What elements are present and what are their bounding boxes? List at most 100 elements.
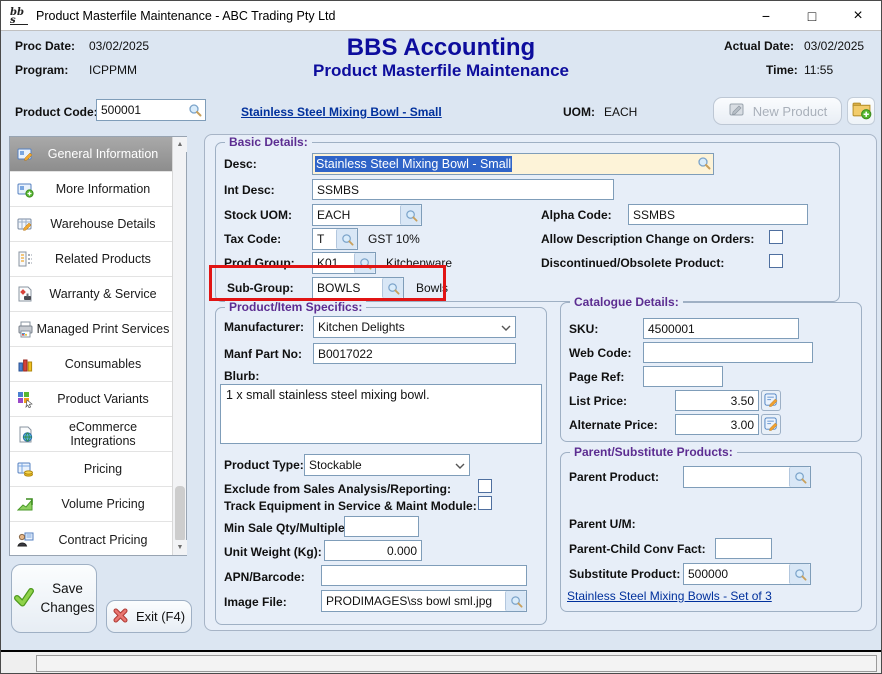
sidebar-scrollbar[interactable]: ▲ ▼	[172, 137, 186, 555]
proc-date-label: Proc Date:	[15, 39, 75, 53]
desc-field[interactable]: Stainless Steel Mixing Bowl - Small	[312, 153, 714, 175]
sidebar-item-managed-print-services[interactable]: Managed Print Services	[10, 312, 186, 347]
allow-desc-change-checkbox[interactable]	[769, 230, 783, 244]
scroll-down-icon[interactable]: ▼	[173, 540, 187, 555]
product-type-select[interactable]: Stockable	[304, 454, 470, 476]
stock-uom-lookup[interactable]: EACH	[312, 204, 422, 226]
manufacturer-select[interactable]: Kitchen Delights	[313, 316, 516, 338]
sidebar-item-consumables[interactable]: Consumables	[10, 347, 186, 382]
uom-label: UOM:	[563, 105, 595, 119]
image-file-lookup[interactable]: PRODIMAGES\ss bowl sml.jpg	[321, 590, 527, 612]
uom-value: EACH	[604, 105, 637, 119]
sidebar-item-more-information[interactable]: More Information	[10, 172, 186, 207]
main-panel: Basic Details: Desc: Stainless Steel Mix…	[204, 134, 877, 631]
close-button[interactable]: ×	[835, 1, 881, 31]
catalogue-details-group: Catalogue Details: SKU: Web Code: Page R…	[560, 302, 862, 442]
scroll-up-icon[interactable]: ▲	[173, 137, 187, 152]
track-equipment-checkbox[interactable]	[478, 496, 492, 510]
prod-group-value[interactable]: K01	[313, 253, 354, 273]
magnifier-icon[interactable]	[354, 253, 375, 273]
sidebar-item-product-variants[interactable]: Product Variants	[10, 382, 186, 417]
sidebar-item-label: eCommerce Integrations	[10, 420, 186, 448]
blurb-textarea[interactable]: 1 x small stainless steel mixing bowl.	[220, 384, 542, 444]
sidebar-item-label: Contract Pricing	[10, 533, 186, 547]
product-type-label: Product Type:	[224, 458, 304, 472]
sku-input[interactable]	[643, 318, 799, 339]
tax-code-lookup[interactable]: T	[312, 228, 358, 250]
open-product-folder-button[interactable]	[847, 97, 875, 125]
proc-date-value: 03/02/2025	[89, 39, 149, 53]
sidebar-item-warranty-service[interactable]: Warranty & Service	[10, 277, 186, 312]
warranty-service-icon	[17, 286, 34, 303]
exit-button[interactable]: Exit (F4)	[106, 600, 192, 633]
conv-fact-input[interactable]	[715, 538, 772, 559]
apn-barcode-label: APN/Barcode:	[224, 570, 305, 584]
apn-barcode-input[interactable]	[321, 565, 527, 586]
magnifier-icon[interactable]	[336, 229, 357, 249]
stock-uom-value[interactable]: EACH	[313, 205, 400, 225]
sidebar-item-pricing[interactable]: Pricing	[10, 452, 186, 487]
scrollbar-thumb[interactable]	[175, 486, 185, 542]
sidebar-item-general-information[interactable]: General Information	[10, 137, 186, 172]
min-sale-input[interactable]	[344, 516, 419, 537]
list-price-input[interactable]	[675, 390, 759, 411]
magnifier-icon[interactable]	[184, 100, 205, 120]
sidebar-item-label: Managed Print Services	[10, 322, 186, 336]
magnifier-icon[interactable]	[382, 278, 403, 298]
product-description-link[interactable]: Stainless Steel Mixing Bowl - Small	[241, 105, 442, 119]
manf-part-input[interactable]	[313, 343, 516, 364]
prod-group-lookup[interactable]: K01	[312, 252, 376, 274]
sub-group-lookup[interactable]: BOWLS	[312, 277, 404, 299]
sub-group-value[interactable]: BOWLS	[313, 278, 382, 298]
image-file-value[interactable]: PRODIMAGES\ss bowl sml.jpg	[322, 591, 505, 611]
save-changes-label: Save Changes	[40, 580, 96, 616]
price-edit-icon[interactable]	[761, 390, 781, 411]
new-product-button[interactable]: New Product	[713, 97, 842, 125]
page-ref-label: Page Ref:	[569, 370, 624, 384]
sidebar-item-warehouse-details[interactable]: Warehouse Details	[10, 207, 186, 242]
tax-code-value[interactable]: T	[313, 229, 336, 249]
int-desc-input[interactable]	[312, 179, 614, 200]
time-label: Time:	[766, 63, 798, 77]
alternate-price-input[interactable]	[675, 414, 759, 435]
price-edit-icon[interactable]	[761, 414, 781, 435]
product-item-specifics-group: Product/Item Specifics: Manufacturer: Ki…	[215, 307, 547, 625]
sidebar-item-volume-pricing[interactable]: Volume Pricing	[10, 487, 186, 522]
sidebar-item-label: Product Variants	[10, 392, 186, 406]
parent-substitute-group: Parent/Substitute Products: Parent Produ…	[560, 452, 862, 612]
app-window: bbs Product Masterfile Maintenance - ABC…	[0, 0, 882, 674]
magnifier-icon[interactable]	[789, 564, 810, 584]
sidebar-item-ecommerce-integrations[interactable]: eCommerce Integrations	[10, 417, 186, 452]
parent-um-label: Parent U/M:	[569, 517, 636, 531]
magnifier-icon[interactable]	[505, 591, 526, 611]
unit-weight-input[interactable]	[324, 540, 422, 561]
web-code-input[interactable]	[643, 342, 813, 363]
magnifier-icon[interactable]	[697, 156, 711, 173]
save-changes-button[interactable]: Save Changes	[11, 564, 97, 633]
window-title: Product Masterfile Maintenance - ABC Tra…	[36, 9, 335, 23]
alternate-price-label: Alternate Price:	[569, 418, 658, 432]
minimize-button[interactable]: −	[743, 1, 789, 31]
substitute-product-link[interactable]: Stainless Steel Mixing Bowls - Set of 3	[567, 589, 772, 603]
page-ref-input[interactable]	[643, 366, 723, 387]
track-equipment-label: Track Equipment in Service & Maint Modul…	[224, 499, 477, 513]
desc-value[interactable]: Stainless Steel Mixing Bowl - Small	[315, 156, 512, 172]
maximize-button[interactable]: □	[789, 1, 835, 31]
magnifier-icon[interactable]	[789, 467, 810, 487]
exclude-sales-checkbox[interactable]	[478, 479, 492, 493]
magnifier-icon[interactable]	[400, 205, 421, 225]
substitute-product-value[interactable]: 500000	[684, 564, 789, 584]
sidebar-nav: General Information More Information War…	[9, 136, 187, 556]
sidebar-item-related-products[interactable]: Related Products	[10, 242, 186, 277]
substitute-product-lookup[interactable]: 500000	[683, 563, 811, 585]
product-code-lookup[interactable]: 500001	[96, 99, 206, 121]
consumables-icon	[17, 356, 34, 373]
alpha-code-input[interactable]	[628, 204, 808, 225]
new-product-label: New Product	[753, 104, 827, 119]
volume-pricing-icon	[17, 496, 34, 513]
product-code-value[interactable]: 500001	[97, 100, 184, 120]
parent-product-lookup[interactable]	[683, 466, 811, 488]
sidebar-item-contract-pricing[interactable]: Contract Pricing	[10, 522, 186, 557]
parent-product-value[interactable]	[684, 467, 789, 487]
discontinued-checkbox[interactable]	[769, 254, 783, 268]
